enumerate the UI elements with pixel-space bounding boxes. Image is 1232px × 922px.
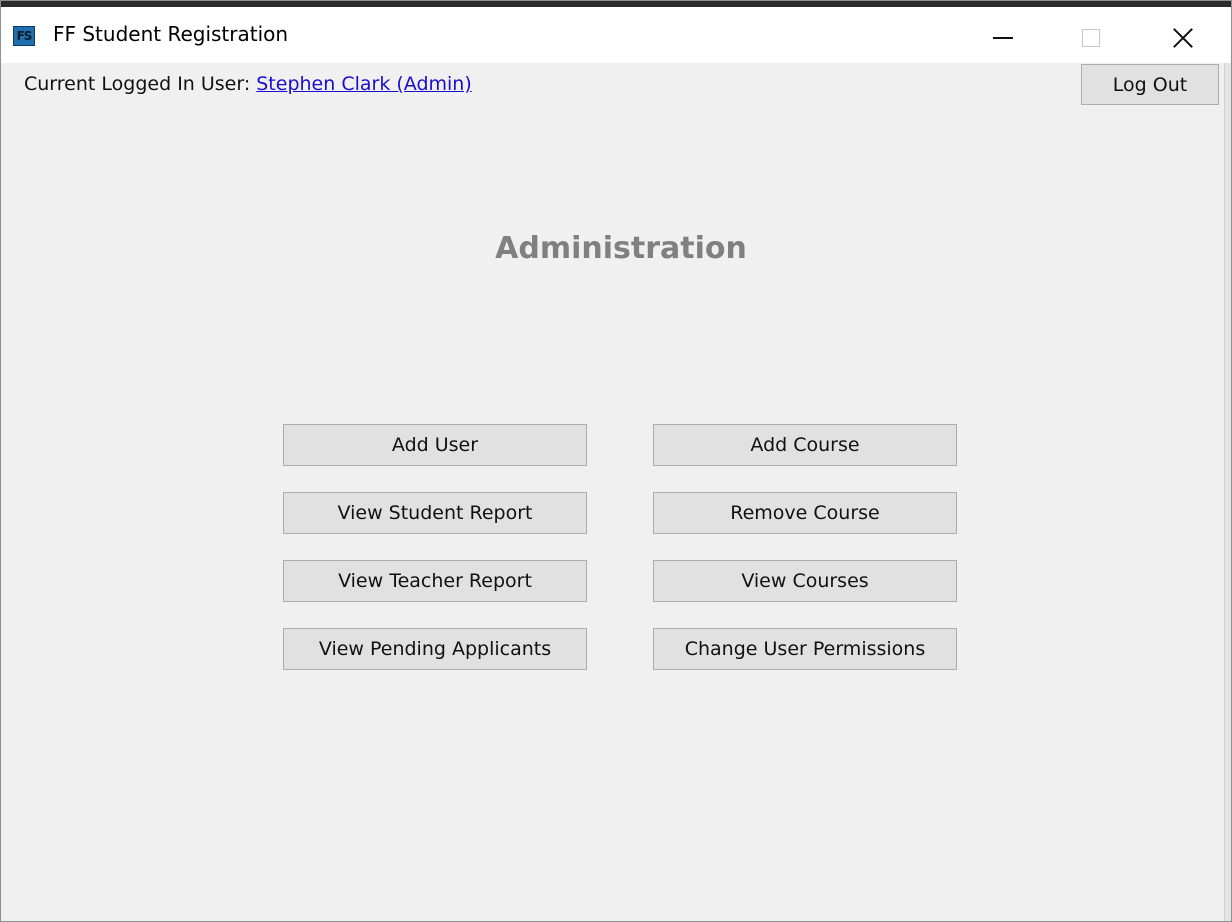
minimize-icon — [993, 37, 1013, 39]
window-right-edge — [1224, 63, 1231, 921]
view-teacher-report-button[interactable]: View Teacher Report — [283, 560, 587, 602]
page-title: Administration — [495, 231, 747, 266]
remove-course-button[interactable]: Remove Course — [653, 492, 957, 534]
maximize-icon — [1082, 29, 1100, 47]
app-icon: FS — [13, 26, 35, 46]
title-bar[interactable]: FS FF Student Registration — [1, 1, 1231, 63]
close-button[interactable] — [1143, 13, 1223, 63]
add-user-button[interactable]: Add User — [283, 424, 587, 466]
view-courses-button[interactable]: View Courses — [653, 560, 957, 602]
maximize-button — [1051, 13, 1131, 63]
app-window: FS FF Student Registration Current Logge… — [0, 0, 1232, 922]
current-user-label: Current Logged In User: — [24, 73, 251, 95]
view-pending-applicants-button[interactable]: View Pending Applicants — [283, 628, 587, 670]
view-student-report-button[interactable]: View Student Report — [283, 492, 587, 534]
current-user-link[interactable]: Stephen Clark (Admin) — [256, 73, 472, 95]
current-user-line: Current Logged In User: Stephen Clark (Ad… — [24, 73, 472, 95]
window-title: FF Student Registration — [53, 22, 289, 46]
log-out-button[interactable]: Log Out — [1081, 64, 1219, 105]
minimize-button[interactable] — [963, 13, 1043, 63]
close-icon — [1172, 27, 1194, 49]
add-course-button[interactable]: Add Course — [653, 424, 957, 466]
change-user-permissions-button[interactable]: Change User Permissions — [653, 628, 957, 670]
admin-actions: Add User Add Course View Student Report … — [283, 424, 957, 670]
